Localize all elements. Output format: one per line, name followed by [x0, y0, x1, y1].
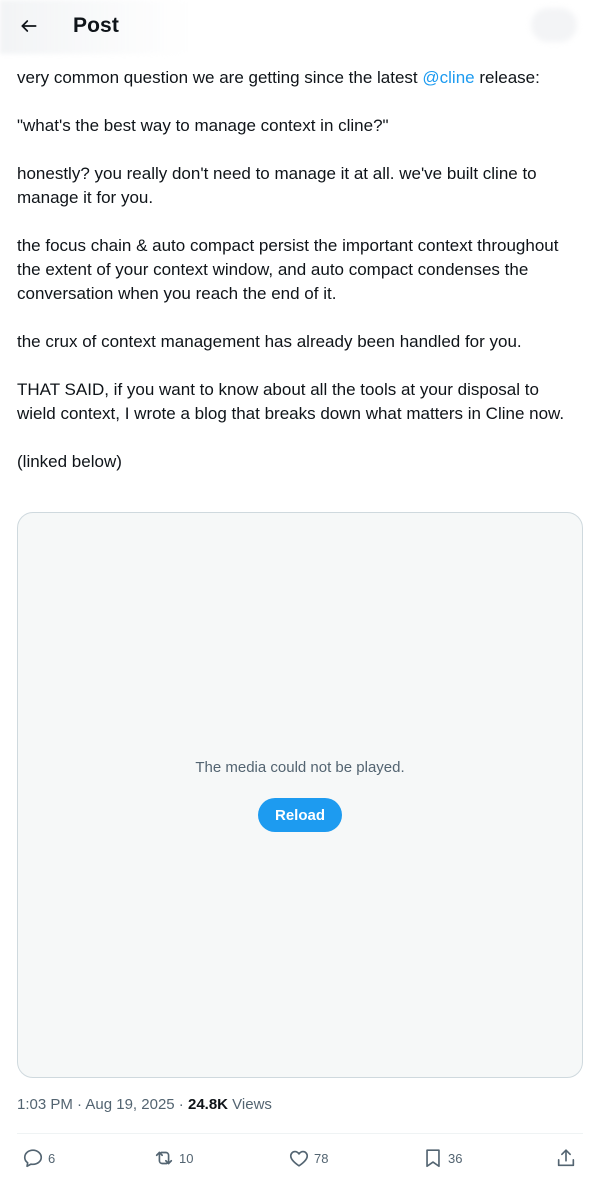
views-label: Views: [228, 1096, 272, 1113]
tweet-intro-text: very common question we are getting sinc…: [17, 68, 423, 87]
views-count: 24.8K: [187, 1096, 229, 1113]
like-button[interactable]: 78: [288, 1146, 328, 1170]
repost-icon: [155, 1151, 173, 1165]
heart-icon: [289, 1150, 309, 1167]
media-player[interactable]: The media could not be played. Reload: [17, 512, 583, 1078]
tweet-paragraph: honestly? you really don't need to manag…: [17, 164, 537, 207]
media-error-message: The media could not be played.: [195, 759, 405, 776]
reply-bubble-icon: [23, 1149, 43, 1168]
tweet-body: very common question we are getting sinc…: [17, 66, 577, 498]
bookmark-count: 36: [448, 1150, 463, 1166]
reply-count: 6: [48, 1150, 56, 1166]
repost-button[interactable]: 10: [153, 1146, 193, 1170]
post-time[interactable]: 1:03 PM: [17, 1096, 73, 1113]
tweet-intro-suffix: release:: [474, 68, 540, 87]
arrow-left-icon: [21, 20, 37, 32]
reload-button[interactable]: Reload: [258, 798, 342, 832]
mention-link[interactable]: @cline: [422, 68, 474, 87]
post-meta: 1:03 PM · Aug 19, 2025 · 24.8K Views: [17, 1096, 272, 1113]
header-blurred-control: [531, 8, 577, 42]
reply-button[interactable]: 6: [22, 1146, 55, 1170]
meta-separator: ·: [72, 1096, 86, 1113]
like-count: 78: [314, 1150, 329, 1166]
tweet-paragraph: THAT SAID, if you want to know about all…: [17, 380, 565, 423]
post-page: Post very common question we are getting…: [0, 0, 599, 1182]
bookmark-button[interactable]: 36: [422, 1146, 462, 1170]
page-title: Post: [73, 14, 119, 37]
tweet-paragraph-intro: very common question we are getting sinc…: [17, 66, 577, 90]
action-bar: 6 10 78 36: [17, 1133, 583, 1182]
bookmark-icon: [426, 1149, 440, 1168]
meta-separator: ·: [174, 1096, 188, 1113]
back-button[interactable]: [14, 11, 44, 41]
post-date[interactable]: Aug 19, 2025: [85, 1096, 174, 1113]
tweet-paragraph: (linked below): [17, 452, 122, 471]
share-upload-icon: [557, 1149, 575, 1167]
tweet-paragraph: the focus chain & auto compact persist t…: [17, 236, 559, 303]
share-button[interactable]: [555, 1146, 577, 1170]
repost-count: 10: [179, 1150, 194, 1166]
top-header: Post: [0, 0, 599, 54]
tweet-paragraph: "what's the best way to manage context i…: [17, 116, 389, 135]
tweet-paragraph: the crux of context management has alrea…: [17, 332, 522, 351]
